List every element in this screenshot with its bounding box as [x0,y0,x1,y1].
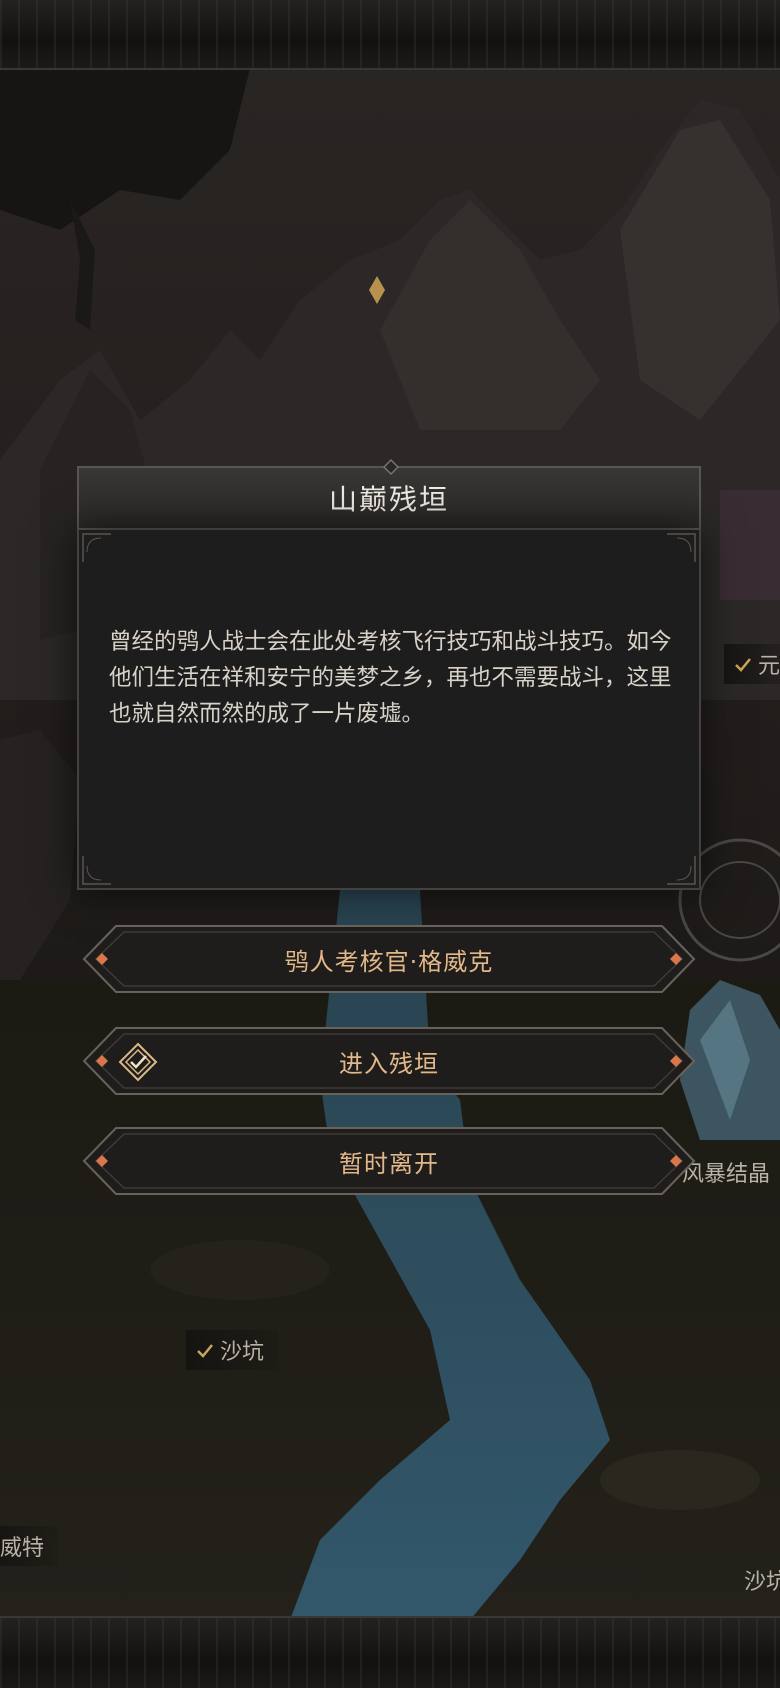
corner-ornament-icon [667,533,696,562]
dialog-title: 山巅残垣 [328,483,449,516]
dialog-description: 曾经的鸮人战士会在此处考核飞行技巧和战斗技巧。如今他们生活在祥和安宁的美梦之乡，… [109,629,672,727]
check-icon [196,1341,214,1359]
top-frame-border [0,0,780,70]
corner-ornament-icon [82,856,111,885]
map-location-label[interactable]: 沙坑 [186,1330,279,1370]
dialog-body: 曾经的鸮人战士会在此处考核飞行技巧和战斗技巧。如今他们生活在祥和安宁的美梦之乡，… [77,530,701,890]
map-location-name: 元 [758,654,780,679]
map-location-name: 沙坑 [220,1340,265,1365]
map-location-name: 威特 [0,1536,45,1561]
option-label: 进入残垣 [339,1049,439,1078]
bottom-frame-border [0,1616,780,1688]
option-button-talk-npc[interactable]: 鸮人考核官·格威克 [82,924,696,994]
map-location-label[interactable]: 元 [724,644,780,684]
option-label: 鸮人考核官·格威克 [284,947,494,976]
map-location-label[interactable]: 威特 [0,1526,59,1566]
map-location-label[interactable]: 沙坑 [734,1560,780,1600]
option-button-leave[interactable]: 暂时离开 [82,1126,696,1196]
corner-ornament-icon [667,856,696,885]
option-button-enter[interactable]: 进入残垣 [82,1026,696,1096]
map-location-name: 沙坑 [744,1570,780,1595]
check-icon [734,655,752,673]
option-label: 暂时离开 [339,1149,439,1178]
location-dialog: 山巅残垣 曾经的鸮人战士会在此处考核飞行技巧和战斗技巧。如今他们生活在祥和安宁的… [77,459,701,890]
game-screen: 元 风暴结晶 沙坑 威特 沙坑 山巅残垣 曾经的鸮人战士会在此处考核飞行技巧和战… [0,0,780,1688]
corner-ornament-icon [82,533,111,562]
dialog-header: 山巅残垣 [77,459,701,530]
header-gem-icon [383,459,399,475]
